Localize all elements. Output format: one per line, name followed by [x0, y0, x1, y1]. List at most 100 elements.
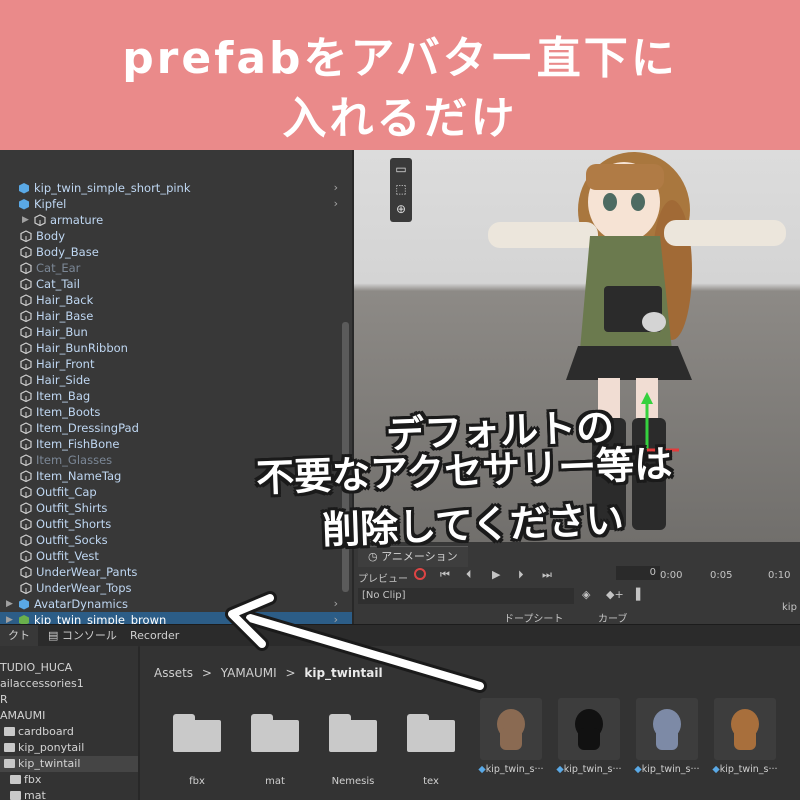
tab-curves[interactable]: カーブ — [598, 610, 627, 625]
frame-field[interactable]: 0 — [616, 566, 660, 580]
hierarchy-row[interactable]: UnderWear_Tops — [0, 580, 352, 596]
expand-arrow-icon[interactable]: ▶ — [6, 596, 13, 612]
add-keyframe-icon[interactable]: ◈ — [582, 588, 590, 601]
hierarchy-row[interactable]: Outfit_Socks — [0, 532, 352, 548]
project-tree-item[interactable]: mat — [0, 788, 138, 800]
open-prefab-chevron-icon[interactable]: › — [334, 196, 338, 212]
hierarchy-row[interactable]: UnderWear_Pants — [0, 564, 352, 580]
asset-label: ◆kip_twin_s··· — [634, 764, 700, 775]
hierarchy-row-partial[interactable] — [0, 152, 352, 168]
hierarchy-row[interactable]: Cat_Ear — [0, 260, 352, 276]
breadcrumb-assets[interactable]: Assets — [154, 666, 193, 680]
tab-console[interactable]: ▤ コンソール — [48, 625, 117, 647]
hierarchy-row[interactable]: Kipfel › — [0, 196, 352, 212]
asset-label: tex — [423, 776, 439, 787]
console-icon: ▤ — [48, 629, 59, 642]
hierarchy-row[interactable]: Item_DressingPad — [0, 420, 352, 436]
gameobject-icon — [20, 390, 32, 403]
hierarchy-row-label: Cat_Tail — [36, 277, 80, 291]
prefab-thumbnail — [636, 698, 698, 760]
last-key-icon[interactable]: ⏭ — [542, 568, 552, 582]
hierarchy-row[interactable]: Outfit_Vest — [0, 548, 352, 564]
hierarchy-row-label: Hair_Side — [36, 373, 91, 387]
hierarchy-row-label: UnderWear_Tops — [36, 581, 132, 595]
hierarchy-row-label: Item_Glasses — [36, 453, 113, 467]
project-tree-item[interactable]: fbx — [0, 772, 138, 788]
project-tree-label: mat — [24, 789, 46, 800]
hierarchy-row[interactable]: Hair_Back — [0, 292, 352, 308]
expand-arrow-icon[interactable]: ▶ — [22, 212, 29, 228]
hierarchy-row[interactable]: Outfit_Shorts — [0, 516, 352, 532]
asset-folder[interactable]: mat — [240, 704, 310, 787]
prefab-small-icon: ◆ — [478, 764, 486, 775]
asset-prefab[interactable]: ◆kip_twin_s··· — [554, 698, 624, 775]
tab-dopesheet[interactable]: ドープシート — [504, 610, 563, 625]
breadcrumb-yamaumi[interactable]: YAMAUMI — [221, 666, 277, 680]
asset-folder[interactable]: Nemesis — [318, 704, 388, 787]
hierarchy-row[interactable]: kip_twin_simple_short_pink › — [0, 180, 352, 196]
breadcrumb-current[interactable]: kip_twintail — [304, 666, 382, 680]
hierarchy-row[interactable]: Hair_Side — [0, 372, 352, 388]
project-tree-label: cardboard — [18, 725, 74, 738]
hierarchy-row[interactable]: ▶ armature — [0, 212, 352, 228]
project-tree-item[interactable]: AMAUMI — [0, 708, 138, 724]
hierarchy-row[interactable]: Hair_BunRibbon — [0, 340, 352, 356]
hierarchy-row[interactable]: Item_Boots — [0, 404, 352, 420]
project-tree-item[interactable]: kip_twintail — [0, 756, 138, 772]
prev-key-icon[interactable]: ⏴ — [466, 568, 472, 582]
event-marker-icon[interactable]: ▌ — [636, 588, 644, 601]
gameobject-icon — [20, 262, 32, 275]
bottom-tab-bar: クト ▤ コンソール Recorder — [0, 624, 800, 647]
project-assets-panel: Assets > YAMAUMI > kip_twintail fbx mat Ne… — [140, 646, 800, 800]
hierarchy-row-label: kip_twin_simple_short_pink — [34, 181, 191, 195]
asset-folder[interactable]: tex — [396, 704, 466, 787]
hierarchy-row-label: Item_DressingPad — [36, 421, 139, 435]
project-tree-label: ailaccessories1 — [0, 677, 84, 690]
play-icon[interactable]: ▶ — [492, 568, 500, 581]
record-icon[interactable] — [414, 568, 426, 580]
tab-recorder[interactable]: Recorder — [130, 625, 179, 647]
preview-button[interactable]: プレビュー — [358, 570, 408, 585]
breadcrumb-separator: > — [201, 666, 212, 680]
avatar-skirt — [566, 346, 692, 380]
tab-project[interactable]: クト — [0, 625, 38, 647]
next-key-icon[interactable]: ⏵ — [518, 568, 524, 582]
open-prefab-chevron-icon[interactable]: › — [334, 180, 338, 196]
note-line-3: 削除してください — [321, 497, 625, 553]
timeline-label-cut: kip — [782, 602, 797, 613]
asset-prefab[interactable]: ◆kip_twin_s··· — [710, 698, 780, 775]
hierarchy-row[interactable]: ▶ AvatarDynamics › — [0, 596, 352, 612]
hierarchy-row[interactable]: Cat_Tail — [0, 276, 352, 292]
gameobject-icon — [34, 214, 46, 227]
asset-prefab[interactable]: ◆kip_twin_s··· — [632, 698, 702, 775]
hierarchy-row[interactable]: Item_Bag — [0, 388, 352, 404]
hierarchy-row-label: Item_Boots — [36, 405, 101, 419]
open-prefab-chevron-icon[interactable]: › — [334, 596, 338, 612]
hierarchy-row[interactable]: Hair_Base — [0, 308, 352, 324]
folder-icon — [329, 714, 377, 752]
asset-folder[interactable]: fbx — [162, 704, 232, 787]
hierarchy-row[interactable]: Outfit_Shirts — [0, 500, 352, 516]
hierarchy-row[interactable]: Body — [0, 228, 352, 244]
add-event-icon[interactable]: ◆+ — [606, 588, 624, 601]
first-key-icon[interactable]: ⏮ — [440, 568, 450, 582]
gameobject-icon — [20, 550, 32, 563]
hierarchy-row[interactable]: Hair_Front — [0, 356, 352, 372]
project-tree-item[interactable]: kip_ponytail — [0, 740, 138, 756]
hierarchy-row-label: Body — [36, 229, 66, 243]
gameobject-icon — [20, 502, 32, 515]
project-tree-item[interactable]: cardboard — [0, 724, 138, 740]
hierarchy-row[interactable]: Body_Base — [0, 244, 352, 260]
clip-dropdown[interactable]: [No Clip] — [358, 588, 574, 604]
hierarchy-row-label: Item_NameTag — [36, 469, 122, 483]
gameobject-icon — [20, 406, 32, 419]
hierarchy-row[interactable]: Hair_Bun — [0, 324, 352, 340]
asset-prefab[interactable]: ◆kip_twin_s··· — [476, 698, 546, 775]
project-tree-item[interactable]: R — [0, 692, 138, 708]
avatar-bangs — [586, 164, 664, 190]
project-tree-item[interactable]: ailaccessories1 — [0, 676, 138, 692]
breadcrumb-separator: > — [285, 666, 296, 680]
folder-icon — [173, 714, 221, 752]
project-tree-item[interactable]: TUDIO_HUCA — [0, 660, 138, 676]
folder-icon — [4, 759, 15, 768]
